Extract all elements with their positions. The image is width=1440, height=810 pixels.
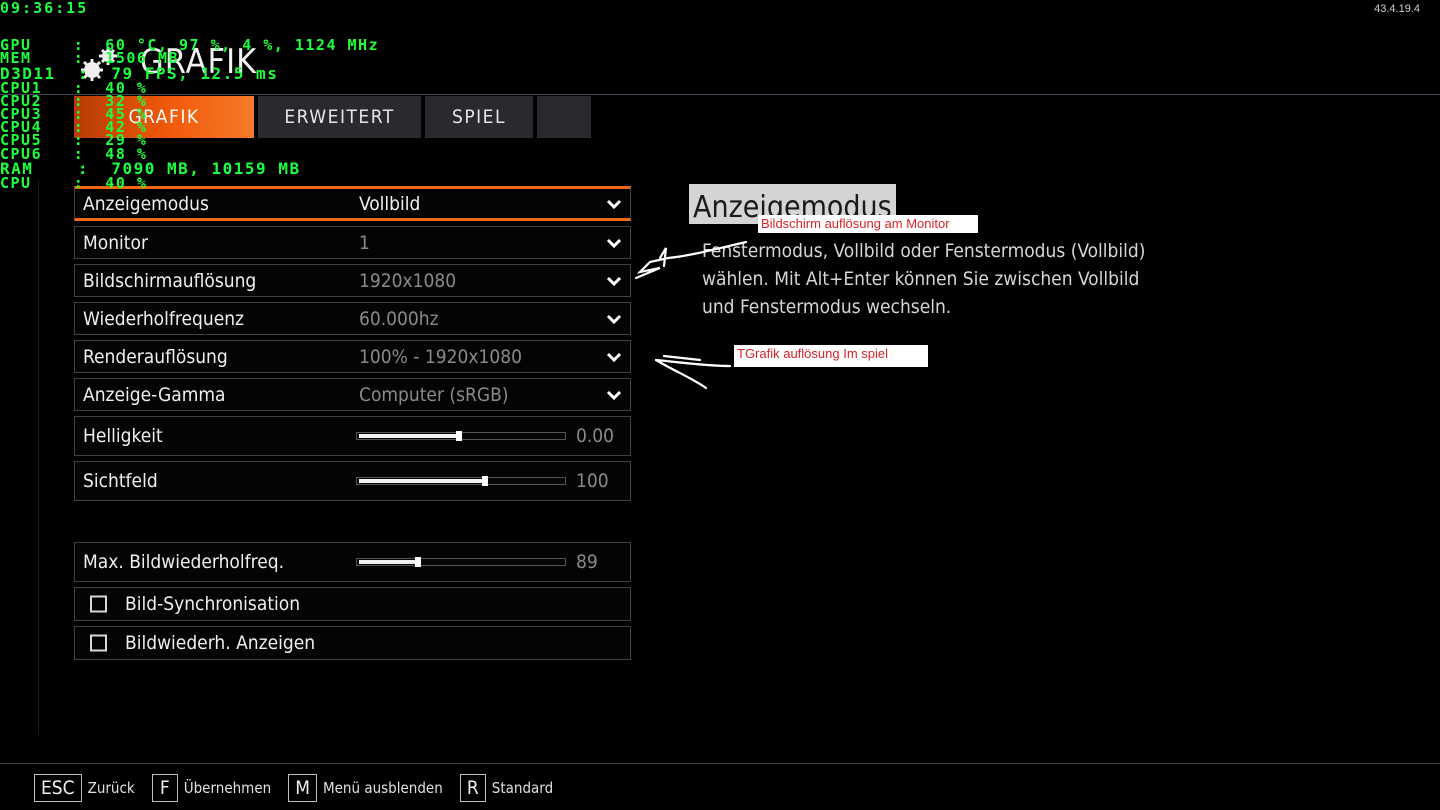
description-text: Fenstermodus, Vollbild oder Fenstermodus… xyxy=(702,240,1146,318)
tab-spiel[interactable]: SPIEL xyxy=(425,96,533,138)
slider-track[interactable] xyxy=(356,557,566,567)
key-esc[interactable]: ESC xyxy=(34,774,82,802)
setting-renderaufloesung[interactable]: Renderauflösung 100% - 1920x1080 xyxy=(74,340,631,373)
checkbox[interactable] xyxy=(90,595,107,613)
slider-value: 100 xyxy=(576,470,609,492)
chevron-down-icon xyxy=(606,352,622,362)
setting-bild-synchronisation[interactable]: Bild-Synchronisation xyxy=(74,587,631,621)
setting-helligkeit[interactable]: Helligkeit 0.00 xyxy=(74,416,631,456)
annotation-note-render: TGrafik auflösung Im spiel xyxy=(734,345,928,367)
setting-value: Computer (sRGB) xyxy=(359,383,509,406)
chevron-down-icon xyxy=(606,390,622,400)
key-label-back[interactable]: Zurück xyxy=(88,779,135,797)
setting-value: 100% - 1920x1080 xyxy=(359,345,522,368)
key-label-default[interactable]: Standard xyxy=(492,779,553,797)
hud-clock: 09:36:15 xyxy=(0,0,89,17)
setting-label: Monitor xyxy=(83,231,148,254)
footer-divider xyxy=(0,763,1440,764)
setting-label: Max. Bildwiederholfreq. xyxy=(83,551,285,573)
setting-value: 1920x1080 xyxy=(359,269,457,292)
slider-track[interactable] xyxy=(356,476,566,486)
chevron-down-icon xyxy=(606,314,622,324)
slider-value: 0.00 xyxy=(576,425,615,447)
setting-bildschirmaufloesung[interactable]: Bildschirmauflösung 1920x1080 xyxy=(74,264,631,297)
key-label-apply[interactable]: Übernehmen xyxy=(184,779,271,797)
tab-extra[interactable] xyxy=(537,96,591,138)
footer-hints: ESC Zurück F Übernehmen M Menü ausblende… xyxy=(34,773,570,803)
setting-value: 1 xyxy=(359,231,370,254)
setting-wiederholfrequenz[interactable]: Wiederholfrequenz 60.000hz xyxy=(74,302,631,335)
setting-value: 60.000hz xyxy=(359,307,439,330)
hud-line: CPU : 40 % xyxy=(0,173,148,192)
key-f[interactable]: F xyxy=(151,774,178,802)
chevron-down-icon xyxy=(606,276,622,286)
slider-fill xyxy=(359,560,418,564)
setting-label: Helligkeit xyxy=(83,425,163,447)
annotation-note-monitor: Bildschirm auflösung am Monitor xyxy=(758,215,978,233)
slider-fill xyxy=(359,434,459,438)
checkbox[interactable] xyxy=(90,634,107,652)
slider-handle[interactable] xyxy=(415,557,421,567)
setting-monitor[interactable]: Monitor 1 xyxy=(74,226,631,259)
key-r[interactable]: R xyxy=(459,774,486,802)
setting-anzeige-gamma[interactable]: Anzeige-Gamma Computer (sRGB) xyxy=(74,378,631,411)
checkbox-label: Bildwiederh. Anzeigen xyxy=(125,632,316,654)
chevron-down-icon xyxy=(606,199,622,209)
version-label: 43.4.19.4 xyxy=(1374,3,1420,15)
key-m[interactable]: M xyxy=(288,774,317,802)
slider-value: 89 xyxy=(576,551,598,573)
setting-sichtfeld[interactable]: Sichtfeld 100 xyxy=(74,461,631,501)
setting-label: Renderauflösung xyxy=(83,345,228,368)
hud-stats: GPU : 60 °C, 97 %, 4 %, 1124 MHz MEM : 15… xyxy=(0,26,379,203)
setting-label: Anzeige-Gamma xyxy=(83,383,226,406)
setting-label: Bildschirmauflösung xyxy=(83,269,257,292)
setting-max-bildwiederholfreq[interactable]: Max. Bildwiederholfreq. 89 xyxy=(74,542,631,582)
key-label-hide-menu[interactable]: Menü ausblenden xyxy=(323,779,443,797)
left-rail xyxy=(38,180,39,735)
setting-label: Sichtfeld xyxy=(83,470,158,492)
checkbox-label: Bild-Synchronisation xyxy=(125,593,301,615)
slider-handle[interactable] xyxy=(482,476,488,486)
chevron-down-icon xyxy=(606,238,622,248)
setting-bildwiederh-anzeigen[interactable]: Bildwiederh. Anzeigen xyxy=(74,626,631,660)
setting-label: Wiederholfrequenz xyxy=(83,307,245,330)
slider-handle[interactable] xyxy=(456,431,462,441)
slider-track[interactable] xyxy=(356,431,566,441)
slider-fill xyxy=(359,479,485,483)
